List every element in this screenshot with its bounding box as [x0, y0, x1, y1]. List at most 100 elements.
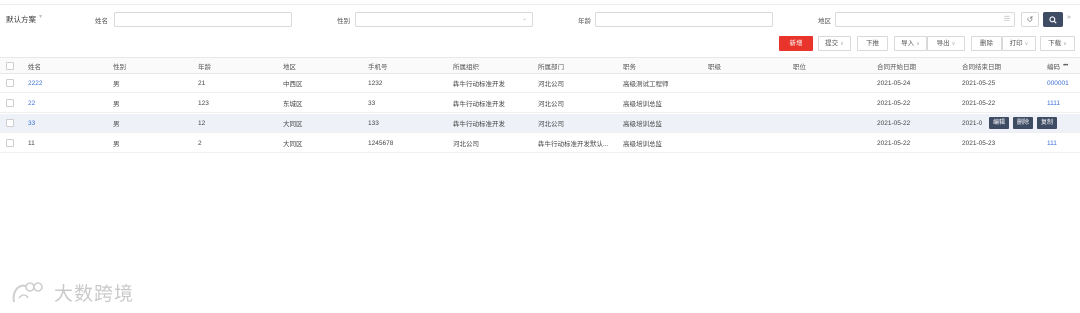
search-button[interactable] [1043, 12, 1063, 27]
cell-region: 大同区 [283, 141, 303, 148]
delete-button[interactable]: 删除 [971, 36, 1002, 51]
cell-region: 东城区 [283, 101, 303, 108]
download-dropdown[interactable]: 下载 ∨ [1040, 36, 1075, 51]
chevron-down-icon: ∨ [1024, 41, 1029, 47]
name-filter-input[interactable] [114, 12, 292, 27]
list-icon: ☰ [1003, 16, 1010, 23]
table-row[interactable]: 22 男 123 东城区 33 犇牛行动标准开发 河北公司 高级培训总监 202… [0, 94, 1080, 113]
cell-phone: 33 [368, 99, 376, 107]
cell-age: 12 [198, 119, 206, 127]
download-label: 下载 [1048, 40, 1062, 47]
push-button[interactable]: 下推 [857, 36, 888, 51]
column-header-phone[interactable]: 手机号 [368, 58, 388, 73]
chevron-down-icon: ▼ [38, 14, 43, 20]
region-filter-input[interactable]: ☰ [835, 12, 1015, 27]
cell-contract-end: 2021-05-23 [962, 139, 996, 147]
region-filter-label: 地区 [818, 18, 831, 25]
cell-phone: 133 [368, 119, 379, 127]
age-filter-label: 年龄 [578, 18, 591, 25]
row-checkbox[interactable] [6, 79, 14, 87]
submit-dropdown[interactable]: 提交 ∨ [818, 36, 851, 51]
column-header-organization[interactable]: 所属组织 [453, 58, 479, 73]
row-delete-button[interactable]: 删除 [1013, 117, 1034, 129]
column-header-name[interactable]: 姓名 [28, 58, 41, 73]
column-header-code[interactable]: 编码 ••• [1047, 58, 1068, 73]
submit-label: 提交 [825, 40, 839, 47]
cell-name-link[interactable]: 2222 [28, 74, 42, 92]
cell-gender: 男 [113, 121, 120, 128]
row-checkbox[interactable] [6, 119, 14, 127]
import-label: 导入 [901, 40, 915, 47]
scheme-label: 默认方案 [6, 15, 36, 24]
cell-contract-start: 2021-05-22 [877, 139, 911, 147]
cell-contract-start: 2021-05-24 [877, 79, 911, 87]
column-header-region[interactable]: 地区 [283, 58, 296, 73]
scheme-selector[interactable]: 默认方案 ▼ [6, 14, 43, 25]
import-dropdown[interactable]: 导入 ∨ [894, 36, 927, 51]
select-all-checkbox[interactable] [6, 62, 14, 70]
top-divider [0, 4, 1080, 5]
cell-duty: 高级培训总监 [623, 141, 662, 148]
cell-name[interactable]: 11 [28, 134, 35, 152]
row-edit-button[interactable]: 编辑 [989, 117, 1010, 129]
cell-phone: 1245678 [368, 139, 394, 147]
column-header-code-label: 编码 [1047, 63, 1060, 71]
print-dropdown[interactable]: 打印 ∨ [1002, 36, 1036, 51]
row-action-group: 编辑 删除 复制 [989, 117, 1058, 129]
column-header-age[interactable]: 年龄 [198, 58, 211, 73]
column-header-duty[interactable]: 职务 [623, 58, 636, 73]
row-checkbox[interactable] [6, 99, 14, 107]
reset-button[interactable]: ↺ [1021, 12, 1039, 27]
cell-age: 2 [198, 139, 202, 147]
cell-organization: 犇牛行动标准开发 [453, 81, 505, 88]
cell-gender: 男 [113, 101, 120, 108]
cell-contract-end: 2021-05-25 [962, 79, 996, 87]
add-button[interactable]: 新增 [779, 36, 813, 51]
cell-code-link[interactable]: 111 [1047, 134, 1057, 152]
row-copy-button[interactable]: 复制 [1037, 117, 1058, 129]
column-header-rank[interactable]: 职级 [708, 58, 721, 73]
cell-organization: 犇牛行动标准开发 [453, 121, 505, 128]
table-row[interactable]: 2222 男 21 中西区 1232 犇牛行动标准开发 河北公司 高级测试工程师… [0, 74, 1080, 93]
cell-duty: 高级测试工程师 [623, 81, 669, 88]
watermark: 大数跨境 [10, 279, 134, 306]
gender-filter-select[interactable]: ⌄ [355, 12, 533, 27]
cell-department: 河北公司 [538, 101, 564, 108]
column-header-position[interactable]: 职位 [793, 58, 806, 73]
cell-gender: 男 [113, 141, 120, 148]
table-header: 姓名 性别 年龄 地区 手机号 所属组织 所属部门 职务 职级 职位 合同开始日… [0, 57, 1080, 74]
table-row[interactable]: 11 男 2 大同区 1245678 河北公司 犇牛行动标准开发默认... 高级… [0, 134, 1080, 153]
export-label: 导出 [936, 40, 950, 47]
column-header-contract-end[interactable]: 合同结束日期 [962, 58, 1001, 73]
cell-contract-end: 2021-0 [962, 119, 983, 127]
chevron-down-icon: ∨ [951, 41, 956, 47]
cell-code-link[interactable]: 1111 [1047, 94, 1060, 112]
watermark-text: 大数跨境 [54, 284, 135, 305]
cell-phone: 1232 [368, 79, 383, 87]
cell-contract-start: 2021-05-22 [877, 119, 911, 127]
cell-age: 123 [198, 99, 209, 107]
cell-department: 河北公司 [538, 81, 564, 88]
cell-name-link[interactable]: 22 [28, 94, 35, 112]
column-header-contract-start[interactable]: 合同开始日期 [877, 58, 916, 73]
column-header-department[interactable]: 所属部门 [538, 58, 564, 73]
cell-organization: 河北公司 [453, 141, 479, 148]
cell-department: 河北公司 [538, 121, 564, 128]
more-icon[interactable]: ••• [1063, 62, 1068, 69]
filter-bar: 默认方案 ▼ 姓名 性别 ⌄ 年龄 地区 ☰ ↺ » [0, 12, 1080, 28]
export-dropdown[interactable]: 导出 ∨ [927, 36, 965, 51]
column-header-gender[interactable]: 性别 [113, 58, 126, 73]
gender-filter-label: 性别 [337, 18, 350, 25]
search-icon [1049, 16, 1057, 24]
table-row-hovered[interactable]: 33 男 12 大同区 133 犇牛行动标准开发 河北公司 高级培训总监 202… [0, 114, 1080, 133]
reset-icon: ↺ [1026, 15, 1034, 24]
cell-contract-start: 2021-05-22 [877, 99, 911, 107]
collapse-filter-icon[interactable]: » [1067, 14, 1071, 21]
cell-contract-end: 2021-05-22 [962, 99, 996, 107]
row-checkbox[interactable] [6, 139, 14, 147]
cell-name-link[interactable]: 33 [28, 114, 35, 132]
cell-department: 犇牛行动标准开发默认... [538, 141, 609, 148]
chevron-down-icon: ∨ [1063, 41, 1067, 47]
age-filter-input[interactable] [595, 12, 773, 27]
cell-code-link[interactable]: 000001 [1047, 74, 1069, 92]
